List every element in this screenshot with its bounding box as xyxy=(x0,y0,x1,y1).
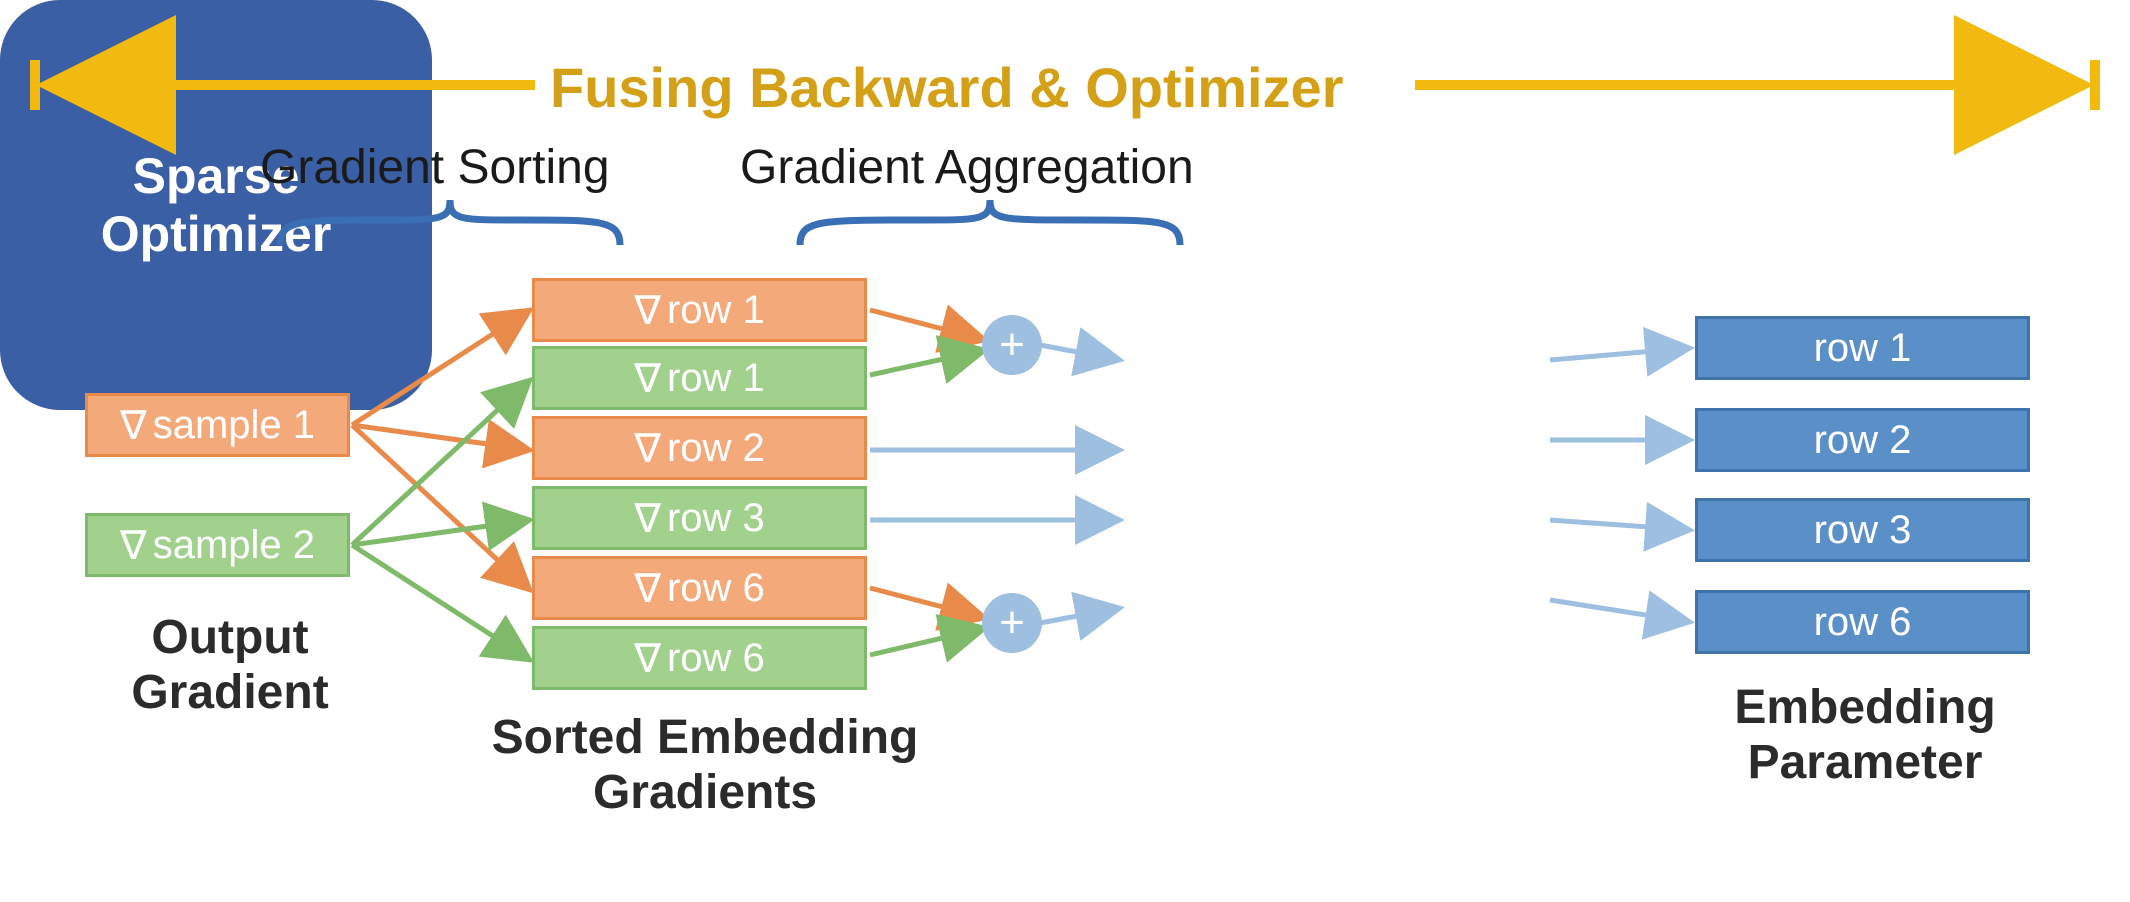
nabla-icon: ∇ xyxy=(634,495,661,542)
caption-embedding-parameter: Embedding Parameter xyxy=(1700,680,2030,790)
out-row-2: row 3 xyxy=(1695,498,2030,562)
sorted-row-2: ∇row 2 xyxy=(532,416,867,480)
nabla-icon: ∇ xyxy=(634,425,661,472)
label-gradient-sorting: Gradient Sorting xyxy=(260,140,610,195)
sorted-row-5: ∇row 6 xyxy=(532,626,867,690)
out-row-0: row 1 xyxy=(1695,316,2030,380)
sorted-row-3: ∇row 3 xyxy=(532,486,867,550)
sample-1-label: sample 1 xyxy=(153,403,315,448)
sample-1-box: ∇ sample 1 xyxy=(85,393,350,457)
label-gradient-aggregation: Gradient Aggregation xyxy=(740,140,1194,195)
sample-2-box: ∇ sample 2 xyxy=(85,513,350,577)
sorted-row-1: ∇row 1 xyxy=(532,346,867,410)
nabla-icon: ∇ xyxy=(120,522,147,569)
plus-icon-bottom: + xyxy=(982,593,1042,653)
plus-icon-top: + xyxy=(982,315,1042,375)
diagram-title: Fusing Backward & Optimizer xyxy=(550,55,1344,120)
out-row-1: row 2 xyxy=(1695,408,2030,472)
nabla-icon: ∇ xyxy=(634,287,661,334)
nabla-icon: ∇ xyxy=(634,565,661,612)
out-row-3: row 6 xyxy=(1695,590,2030,654)
caption-output-gradient: Output Gradient xyxy=(100,610,360,720)
caption-sorted-embedding-gradients: Sorted Embedding Gradients xyxy=(445,710,965,820)
nabla-icon: ∇ xyxy=(634,355,661,402)
sample-2-label: sample 2 xyxy=(153,523,315,568)
sorted-row-0: ∇row 1 xyxy=(532,278,867,342)
sorted-row-4: ∇row 6 xyxy=(532,556,867,620)
nabla-icon: ∇ xyxy=(634,635,661,682)
nabla-icon: ∇ xyxy=(120,402,147,449)
